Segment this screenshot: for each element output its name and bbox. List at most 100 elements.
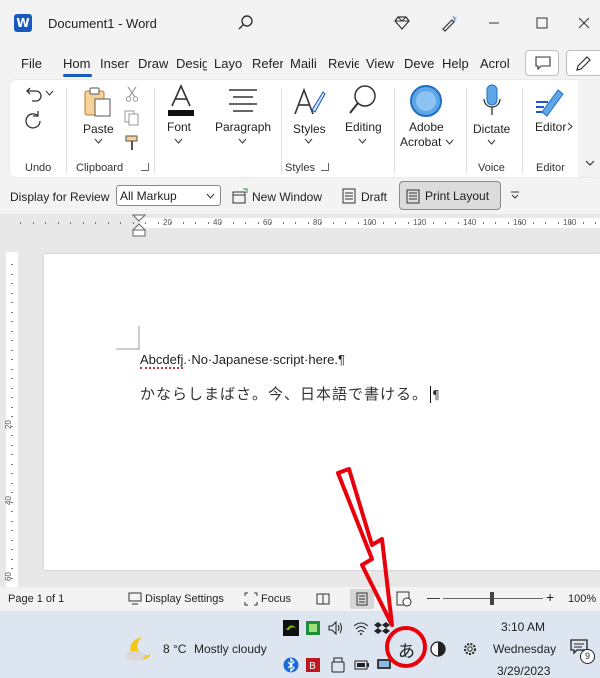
- vertical-ruler-tick-mark: [11, 463, 13, 465]
- styles-icon[interactable]: [292, 86, 326, 116]
- adobe-label[interactable]: Adobe: [409, 120, 444, 134]
- overflow-chevron-icon[interactable]: [510, 190, 520, 200]
- comments-button[interactable]: [525, 50, 559, 76]
- chevron-down-icon[interactable]: [94, 138, 103, 144]
- paste-icon[interactable]: [82, 86, 112, 118]
- close-button[interactable]: [573, 12, 595, 34]
- editor-icon[interactable]: [534, 84, 568, 118]
- document-page[interactable]: [44, 254, 600, 570]
- svg-text:B: B: [309, 661, 316, 672]
- redo-icon[interactable]: [23, 110, 43, 130]
- chevron-down-icon[interactable]: [304, 138, 313, 144]
- ruler-tick-mark: [332, 222, 334, 224]
- dictate-label[interactable]: Dictate: [473, 122, 510, 136]
- tab-developer[interactable]: Deve: [404, 56, 435, 71]
- styles-launcher-icon[interactable]: [321, 163, 329, 171]
- font-color-icon[interactable]: [166, 84, 196, 118]
- weather-temperature[interactable]: 8 °C: [163, 642, 186, 656]
- misspelled-word[interactable]: Abcdefj: [140, 352, 184, 369]
- search-icon[interactable]: [237, 14, 255, 32]
- document-line-1[interactable]: Abcdefj.·No·Japanese·script·here.¶: [140, 352, 345, 369]
- tab-draw[interactable]: Draw: [138, 56, 168, 71]
- half-circle-icon[interactable]: [430, 641, 446, 657]
- print-layout-button[interactable]: Print Layout: [399, 181, 501, 210]
- minimize-button[interactable]: [483, 12, 505, 34]
- chevron-down-icon[interactable]: [445, 139, 454, 145]
- ribbon-collapse-chevron-icon[interactable]: [585, 160, 595, 167]
- paragraph-label[interactable]: Paragraph: [215, 120, 271, 134]
- tab-design[interactable]: Desig: [176, 56, 207, 71]
- tab-mailings[interactable]: Maili: [290, 56, 321, 71]
- designer-pen-icon[interactable]: [440, 14, 458, 32]
- format-painter-icon[interactable]: [124, 135, 140, 151]
- cut-icon[interactable]: [125, 86, 139, 102]
- ruler-tick-mark: [370, 222, 371, 224]
- read-mode-icon[interactable]: [316, 592, 330, 606]
- tab-view[interactable]: View: [366, 56, 396, 71]
- indent-marker-icon[interactable]: [131, 214, 147, 238]
- review-toolbar: Display for Review New Window Draft: [0, 178, 600, 214]
- document-line-2[interactable]: かならしまばさ。今、日本語で書ける。 ¶: [140, 383, 441, 404]
- tab-references[interactable]: Refer: [252, 56, 283, 71]
- microphone-icon[interactable]: [482, 84, 502, 118]
- tab-help[interactable]: Help: [442, 56, 472, 71]
- clock-date[interactable]: 3/29/2023: [497, 664, 550, 678]
- copy-icon[interactable]: [124, 110, 140, 126]
- new-window-icon[interactable]: [232, 188, 248, 204]
- separator: [466, 88, 467, 174]
- tab-review[interactable]: Revie: [328, 56, 359, 71]
- clipboard-launcher-icon[interactable]: [141, 163, 149, 171]
- separator: [66, 88, 67, 174]
- adobe-acrobat-icon[interactable]: [409, 84, 443, 118]
- bluetooth-icon[interactable]: [283, 657, 299, 673]
- chevron-down-icon[interactable]: [358, 138, 367, 144]
- red-app-icon[interactable]: B: [305, 657, 321, 673]
- tab-home[interactable]: Hom: [63, 56, 93, 71]
- ruler-tick-mark: [457, 222, 459, 224]
- ruler-tick-mark: [495, 222, 496, 224]
- page-indicator[interactable]: Page 1 of 1: [8, 593, 64, 605]
- settings-gear-icon[interactable]: [462, 641, 478, 657]
- focus-icon[interactable]: [244, 592, 258, 606]
- clock-time[interactable]: 3:10 AM: [501, 620, 545, 634]
- undo-icon[interactable]: [23, 86, 45, 102]
- green-app-icon[interactable]: [305, 620, 321, 636]
- ruler-tick-mark: [520, 222, 521, 224]
- maximize-button[interactable]: [531, 12, 553, 34]
- new-window-button[interactable]: New Window: [252, 190, 322, 204]
- paste-label[interactable]: Paste: [83, 122, 114, 136]
- chevron-down-icon[interactable]: [174, 138, 183, 144]
- draft-button[interactable]: Draft: [361, 190, 387, 204]
- chevron-down-icon[interactable]: [45, 90, 54, 96]
- nvidia-icon[interactable]: [283, 620, 299, 636]
- editing-label[interactable]: Editing: [345, 120, 382, 134]
- vertical-ruler-tick-mark: [11, 454, 13, 455]
- tab-layout[interactable]: Layo: [214, 56, 244, 71]
- display-settings-icon[interactable]: [128, 592, 142, 605]
- display-settings-button[interactable]: Display Settings: [145, 593, 224, 605]
- styles-label[interactable]: Styles: [293, 122, 326, 136]
- paragraph-icon[interactable]: [228, 88, 258, 112]
- moon-cloud-icon[interactable]: [124, 635, 154, 663]
- editing-mode-button[interactable]: [566, 50, 600, 76]
- zoom-level[interactable]: 100%: [568, 593, 596, 605]
- chevron-right-icon[interactable]: [567, 122, 573, 131]
- editor-label[interactable]: Editor: [535, 120, 566, 134]
- diamond-icon[interactable]: [393, 14, 411, 32]
- draft-icon[interactable]: [341, 188, 357, 204]
- chevron-down-icon[interactable]: [487, 139, 496, 145]
- tab-acrobat[interactable]: Acrol: [480, 56, 511, 71]
- tab-insert[interactable]: Inser: [100, 56, 130, 71]
- zoom-slider-thumb[interactable]: [490, 592, 494, 605]
- acrobat-label[interactable]: Acrobat: [400, 135, 441, 149]
- chevron-down-icon[interactable]: [238, 138, 247, 144]
- focus-button[interactable]: Focus: [261, 593, 291, 605]
- font-label[interactable]: Font: [167, 120, 191, 134]
- markup-dropdown[interactable]: All Markup: [116, 185, 221, 206]
- zoom-in-button[interactable]: +: [546, 589, 554, 605]
- clock-day[interactable]: Wednesday: [493, 642, 556, 656]
- tab-file[interactable]: File: [21, 56, 42, 71]
- editing-search-icon[interactable]: [348, 84, 378, 116]
- weather-description[interactable]: Mostly cloudy: [194, 642, 267, 656]
- separator: [281, 88, 282, 174]
